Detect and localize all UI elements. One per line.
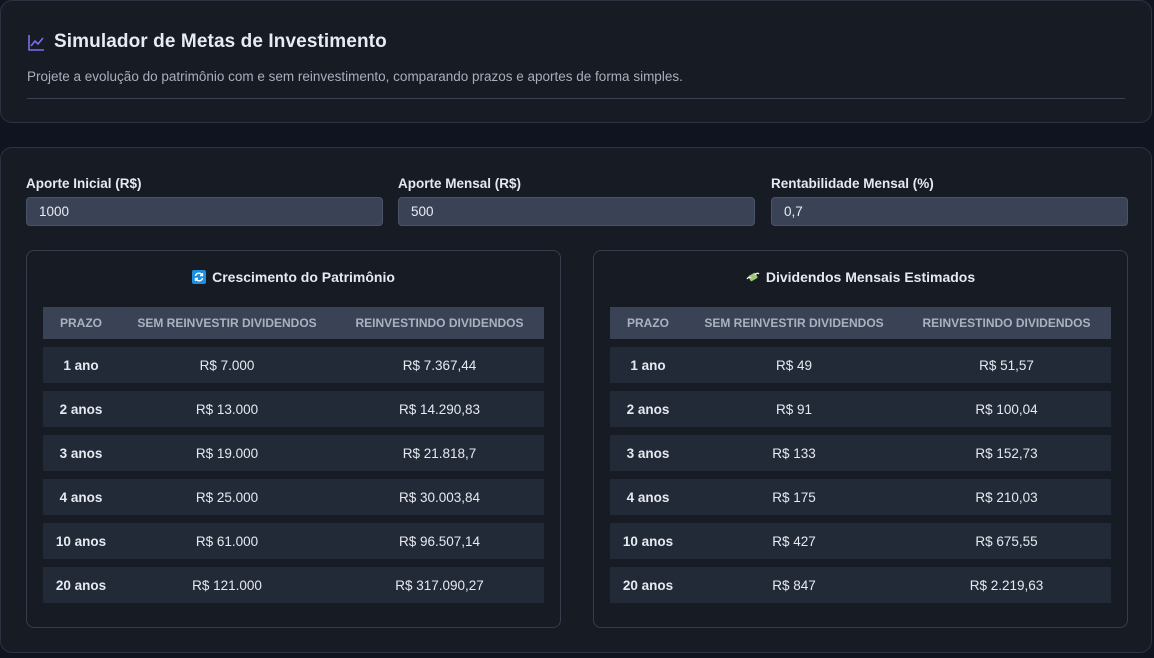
panel-dividendos-label: Dividendos Mensais Estimados bbox=[765, 269, 976, 285]
page-title: Simulador de Metas de Investimento bbox=[54, 31, 387, 52]
cell-sem-reinvestir: R$ 427 bbox=[686, 523, 902, 559]
title-row: Simulador de Metas de Investimento bbox=[27, 31, 387, 53]
cell-prazo: 1 ano bbox=[610, 347, 686, 383]
panel-dividendos: Dividendos Mensais Estimados PRAZO SEM R… bbox=[593, 250, 1128, 628]
col-prazo: PRAZO bbox=[610, 307, 686, 339]
cell-reinvestindo: R$ 51,57 bbox=[902, 347, 1111, 383]
cell-reinvestindo: R$ 14.290,83 bbox=[335, 391, 544, 427]
cell-sem-reinvestir: R$ 49 bbox=[686, 347, 902, 383]
header-divider bbox=[27, 98, 1125, 99]
cell-sem-reinvestir: R$ 121.000 bbox=[119, 567, 335, 603]
cell-prazo: 4 anos bbox=[610, 479, 686, 515]
cell-reinvestindo: R$ 317.090,27 bbox=[335, 567, 544, 603]
main-card: Aporte Inicial (R$) Aporte Mensal (R$) R… bbox=[0, 147, 1152, 653]
panel-patrimonio: Crescimento do Patrimônio PRAZO SEM REIN… bbox=[26, 250, 561, 628]
cell-sem-reinvestir: R$ 91 bbox=[686, 391, 902, 427]
dividendos-table: PRAZO SEM REINVESTIR DIVIDENDOS REINVEST… bbox=[610, 299, 1111, 611]
cell-prazo: 10 anos bbox=[610, 523, 686, 559]
header-card: Simulador de Metas de Investimento Proje… bbox=[0, 0, 1152, 123]
cell-reinvestindo: R$ 675,55 bbox=[902, 523, 1111, 559]
cell-reinvestindo: R$ 210,03 bbox=[902, 479, 1111, 515]
cell-prazo: 2 anos bbox=[610, 391, 686, 427]
cell-reinvestindo: R$ 96.507,14 bbox=[335, 523, 544, 559]
cell-reinvestindo: R$ 2.219,63 bbox=[902, 567, 1111, 603]
col-prazo: PRAZO bbox=[43, 307, 119, 339]
table-row: 10 anos R$ 61.000 R$ 96.507,14 bbox=[43, 523, 544, 559]
cell-reinvestindo: R$ 152,73 bbox=[902, 435, 1111, 471]
cell-prazo: 4 anos bbox=[43, 479, 119, 515]
cell-sem-reinvestir: R$ 19.000 bbox=[119, 435, 335, 471]
aporte-mensal-input[interactable] bbox=[398, 197, 755, 226]
cell-sem-reinvestir: R$ 847 bbox=[686, 567, 902, 603]
field-aporte-mensal: Aporte Mensal (R$) bbox=[398, 175, 755, 226]
table-row: 4 anos R$ 25.000 R$ 30.003,84 bbox=[43, 479, 544, 515]
cell-prazo: 1 ano bbox=[43, 347, 119, 383]
table-row: 10 anos R$ 427 R$ 675,55 bbox=[610, 523, 1111, 559]
cell-reinvestindo: R$ 30.003,84 bbox=[335, 479, 544, 515]
panel-patrimonio-label: Crescimento do Patrimônio bbox=[212, 269, 395, 285]
cell-prazo: 2 anos bbox=[43, 391, 119, 427]
rentabilidade-label: Rentabilidade Mensal (%) bbox=[771, 176, 934, 191]
cell-sem-reinvestir: R$ 25.000 bbox=[119, 479, 335, 515]
cell-sem-reinvestir: R$ 175 bbox=[686, 479, 902, 515]
col-sem-reinvestir: SEM REINVESTIR DIVIDENDOS bbox=[119, 307, 335, 339]
table-row: 2 anos R$ 91 R$ 100,04 bbox=[610, 391, 1111, 427]
cell-reinvestindo: R$ 7.367,44 bbox=[335, 347, 544, 383]
table-row: 2 anos R$ 13.000 R$ 14.290,83 bbox=[43, 391, 544, 427]
page-subtitle: Projete a evolução do patrimônio com e s… bbox=[27, 69, 683, 84]
field-rentabilidade: Rentabilidade Mensal (%) bbox=[771, 175, 1128, 226]
cell-sem-reinvestir: R$ 7.000 bbox=[119, 347, 335, 383]
rentabilidade-input[interactable] bbox=[771, 197, 1128, 226]
field-aporte-inicial: Aporte Inicial (R$) bbox=[26, 175, 383, 226]
table-header-row: PRAZO SEM REINVESTIR DIVIDENDOS REINVEST… bbox=[610, 307, 1111, 339]
aporte-inicial-input[interactable] bbox=[26, 197, 383, 226]
table-header-row: PRAZO SEM REINVESTIR DIVIDENDOS REINVEST… bbox=[43, 307, 544, 339]
cell-sem-reinvestir: R$ 133 bbox=[686, 435, 902, 471]
cell-prazo: 3 anos bbox=[610, 435, 686, 471]
panel-dividendos-title: Dividendos Mensais Estimados bbox=[594, 269, 1127, 285]
aporte-inicial-label: Aporte Inicial (R$) bbox=[26, 176, 142, 191]
table-row: 4 anos R$ 175 R$ 210,03 bbox=[610, 479, 1111, 515]
cell-prazo: 3 anos bbox=[43, 435, 119, 471]
cell-prazo: 20 anos bbox=[610, 567, 686, 603]
col-sem-reinvestir: SEM REINVESTIR DIVIDENDOS bbox=[686, 307, 902, 339]
table-row: 20 anos R$ 847 R$ 2.219,63 bbox=[610, 567, 1111, 603]
panel-patrimonio-title: Crescimento do Patrimônio bbox=[27, 269, 560, 285]
money-wings-icon bbox=[746, 270, 760, 284]
col-reinvestindo: REINVESTINDO DIVIDENDOS bbox=[902, 307, 1111, 339]
aporte-mensal-label: Aporte Mensal (R$) bbox=[398, 176, 522, 191]
cell-prazo: 20 anos bbox=[43, 567, 119, 603]
table-row: 3 anos R$ 19.000 R$ 21.818,7 bbox=[43, 435, 544, 471]
cell-sem-reinvestir: R$ 13.000 bbox=[119, 391, 335, 427]
patrimonio-table: PRAZO SEM REINVESTIR DIVIDENDOS REINVEST… bbox=[43, 299, 544, 611]
table-row: 3 anos R$ 133 R$ 152,73 bbox=[610, 435, 1111, 471]
table-row: 20 anos R$ 121.000 R$ 317.090,27 bbox=[43, 567, 544, 603]
table-row: 1 ano R$ 7.000 R$ 7.367,44 bbox=[43, 347, 544, 383]
cell-reinvestindo: R$ 100,04 bbox=[902, 391, 1111, 427]
table-row: 1 ano R$ 49 R$ 51,57 bbox=[610, 347, 1111, 383]
cell-sem-reinvestir: R$ 61.000 bbox=[119, 523, 335, 559]
cell-reinvestindo: R$ 21.818,7 bbox=[335, 435, 544, 471]
refresh-icon bbox=[192, 270, 207, 284]
chart-line-icon bbox=[27, 33, 46, 52]
col-reinvestindo: REINVESTINDO DIVIDENDOS bbox=[335, 307, 544, 339]
cell-prazo: 10 anos bbox=[43, 523, 119, 559]
